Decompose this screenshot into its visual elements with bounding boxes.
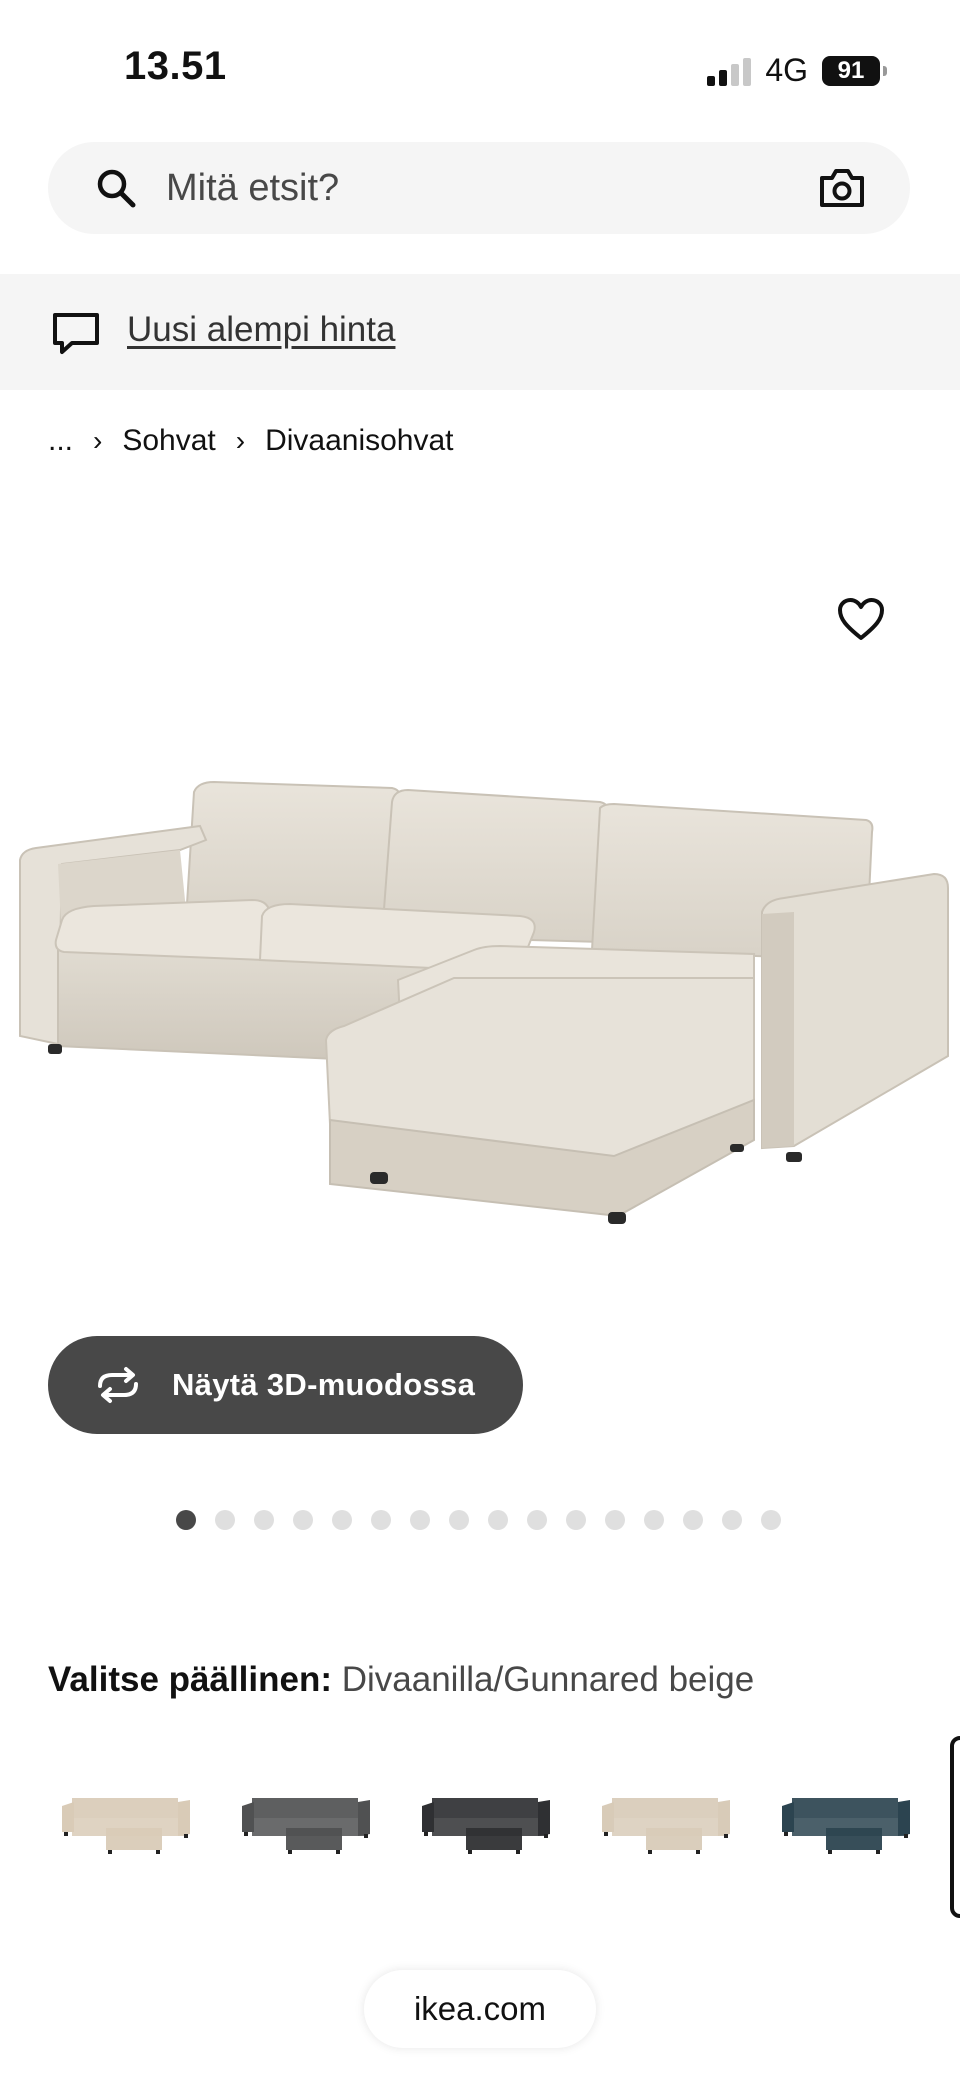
product-image[interactable] [14, 740, 954, 1340]
carousel-dot[interactable] [566, 1510, 586, 1530]
carousel-dot[interactable] [254, 1510, 274, 1530]
cover-swatch[interactable] [418, 1762, 554, 1872]
cover-value: Divaanilla/Gunnared beige [341, 1660, 755, 1699]
battery-icon: 91 [822, 55, 887, 86]
breadcrumb: ... › Sohvat › Divaanisohvat [48, 424, 454, 458]
breadcrumb-sohvat[interactable]: Sohvat [122, 424, 215, 458]
breadcrumb-ellipsis[interactable]: ... [48, 424, 73, 458]
search-input[interactable] [166, 142, 766, 234]
notice-link[interactable]: Uusi alempi hinta [127, 310, 395, 350]
cover-swatch-list [58, 1762, 914, 1872]
view-3d-label: Näytä 3D-muodossa [172, 1367, 476, 1402]
sofa-thumbnail-icon [602, 1798, 730, 1854]
chevron-right-icon: › [93, 425, 103, 456]
sofa-thumbnail-icon [782, 1798, 910, 1854]
carousel-dot[interactable] [176, 1510, 196, 1530]
url-bar[interactable]: ikea.com [364, 1970, 596, 2048]
carousel-dot[interactable] [371, 1510, 391, 1530]
cover-swatch[interactable] [238, 1762, 374, 1872]
carousel-dot[interactable] [410, 1510, 430, 1530]
cover-label: Valitse päällinen: [48, 1660, 332, 1699]
price-notice-banner: Uusi alempi hinta [0, 274, 960, 390]
sofa-thumbnail-icon [422, 1798, 550, 1854]
next-swatch-edge[interactable] [950, 1736, 960, 1918]
carousel-dot[interactable] [644, 1510, 664, 1530]
breadcrumb-divaanisohvat[interactable]: Divaanisohvat [265, 424, 453, 458]
carousel-pagination [176, 1510, 781, 1530]
cover-swatch[interactable] [58, 1762, 194, 1872]
carousel-dot[interactable] [605, 1510, 625, 1530]
status-indicators: 4G 91 [707, 52, 887, 89]
search-icon [97, 169, 136, 208]
rotate-3d-icon [98, 1367, 138, 1403]
status-time: 13.51 [124, 44, 227, 88]
carousel-dot[interactable] [761, 1510, 781, 1530]
speech-bubble-icon [53, 313, 99, 354]
cover-swatch[interactable] [598, 1762, 734, 1872]
network-label: 4G [765, 52, 808, 88]
carousel-dot[interactable] [215, 1510, 235, 1530]
signal-icon [707, 56, 752, 86]
camera-icon[interactable] [818, 166, 866, 210]
carousel-dot[interactable] [488, 1510, 508, 1530]
heart-icon[interactable] [836, 596, 886, 642]
carousel-dot[interactable] [449, 1510, 469, 1530]
cover-swatch[interactable] [778, 1762, 914, 1872]
battery-level: 91 [837, 56, 865, 84]
carousel-dot[interactable] [527, 1510, 547, 1530]
carousel-dot[interactable] [722, 1510, 742, 1530]
search-bar[interactable] [48, 142, 910, 234]
chevron-right-icon: › [235, 425, 246, 456]
carousel-dot[interactable] [332, 1510, 352, 1530]
cover-selector-heading: Valitse päällinen: Divaanilla/Gunnared b… [48, 1660, 754, 1700]
sofa-thumbnail-icon [242, 1798, 370, 1854]
sofa-thumbnail-icon [62, 1798, 190, 1854]
carousel-dot[interactable] [683, 1510, 703, 1530]
view-3d-button[interactable]: Näytä 3D-muodossa [48, 1336, 523, 1434]
carousel-dot[interactable] [293, 1510, 313, 1530]
